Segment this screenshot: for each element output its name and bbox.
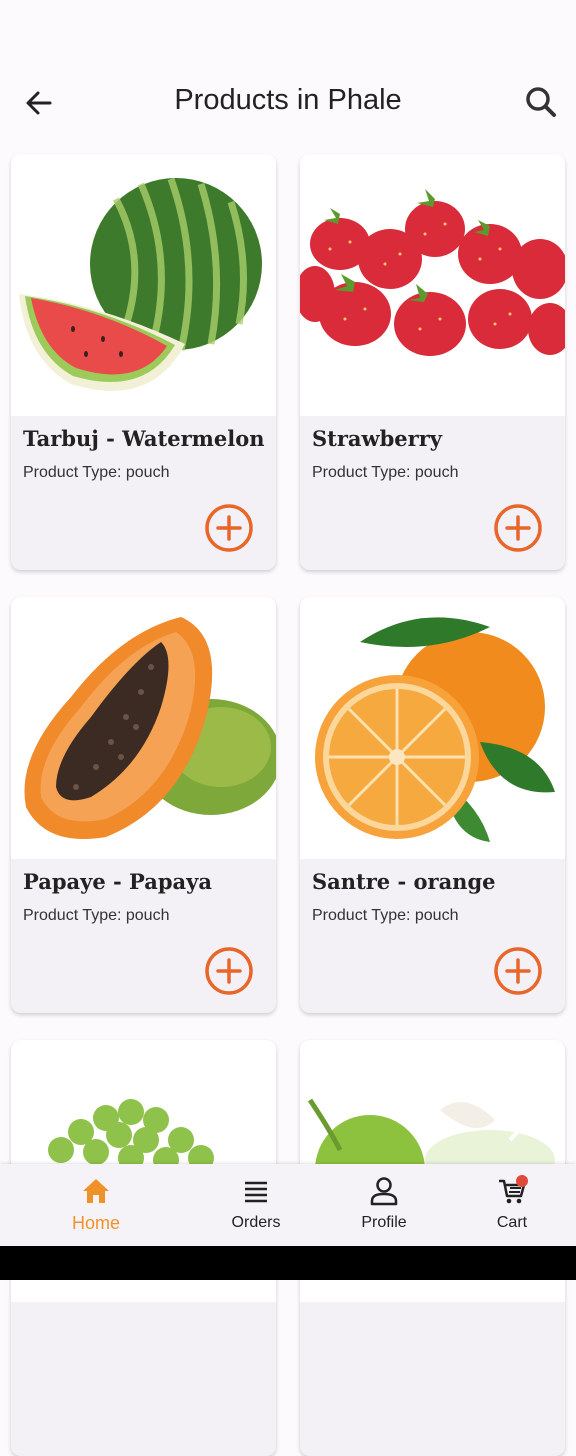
product-type: Product Type: pouch — [23, 464, 170, 481]
product-card[interactable]: Santre - orange Product Type: pouch — [300, 597, 565, 1013]
product-image-watermelon — [11, 154, 276, 416]
product-card[interactable]: Papaye - Papaya Product Type: pouch — [11, 597, 276, 1013]
product-image-orange — [300, 597, 565, 859]
search-button[interactable] — [524, 85, 558, 119]
product-card[interactable]: Tarbuj - Watermelon Product Type: pouch — [11, 154, 276, 570]
product-name: Tarbuj - Watermelon — [23, 426, 265, 451]
nav-item-profile[interactable]: Profile — [329, 1164, 439, 1246]
system-navigation-bar — [0, 1246, 576, 1280]
add-to-cart-button[interactable] — [205, 504, 253, 552]
plus-circle-icon — [494, 504, 542, 552]
nav-label-home: Home — [71, 1213, 120, 1233]
nav-item-cart[interactable]: Cart — [457, 1164, 567, 1246]
search-icon — [526, 87, 556, 117]
plus-circle-icon — [205, 504, 253, 552]
product-image-strawberry — [300, 154, 565, 416]
product-name: Santre - orange — [312, 869, 496, 894]
nav-label-cart: Cart — [496, 1214, 528, 1231]
plus-circle-icon — [494, 947, 542, 995]
product-name: Strawberry — [312, 426, 442, 451]
cart-badge — [516, 1175, 528, 1187]
person-icon — [370, 1177, 398, 1206]
add-to-cart-button[interactable] — [494, 504, 542, 552]
list-icon — [245, 1181, 267, 1203]
add-to-cart-button[interactable] — [205, 947, 253, 995]
product-type: Product Type: pouch — [312, 464, 459, 481]
nav-item-orders[interactable]: Orders — [201, 1164, 311, 1246]
nav-label-orders: Orders — [231, 1214, 281, 1231]
product-card[interactable]: Strawberry Product Type: pouch — [300, 154, 565, 570]
page-title: Products in Phale — [174, 84, 402, 116]
product-name: Papaye - Papaya — [23, 869, 212, 894]
add-to-cart-button[interactable] — [494, 947, 542, 995]
nav-label-profile: Profile — [361, 1214, 407, 1231]
app-bar: Products in Phale — [0, 0, 576, 140]
product-type: Product Type: pouch — [23, 907, 170, 924]
product-image-papaya — [11, 597, 276, 859]
nav-item-home[interactable]: Home — [41, 1164, 151, 1246]
product-type: Product Type: pouch — [312, 907, 459, 924]
bottom-navigation: Home Orders Profile Cart — [0, 1164, 576, 1246]
plus-circle-icon — [205, 947, 253, 995]
home-icon — [83, 1179, 109, 1203]
